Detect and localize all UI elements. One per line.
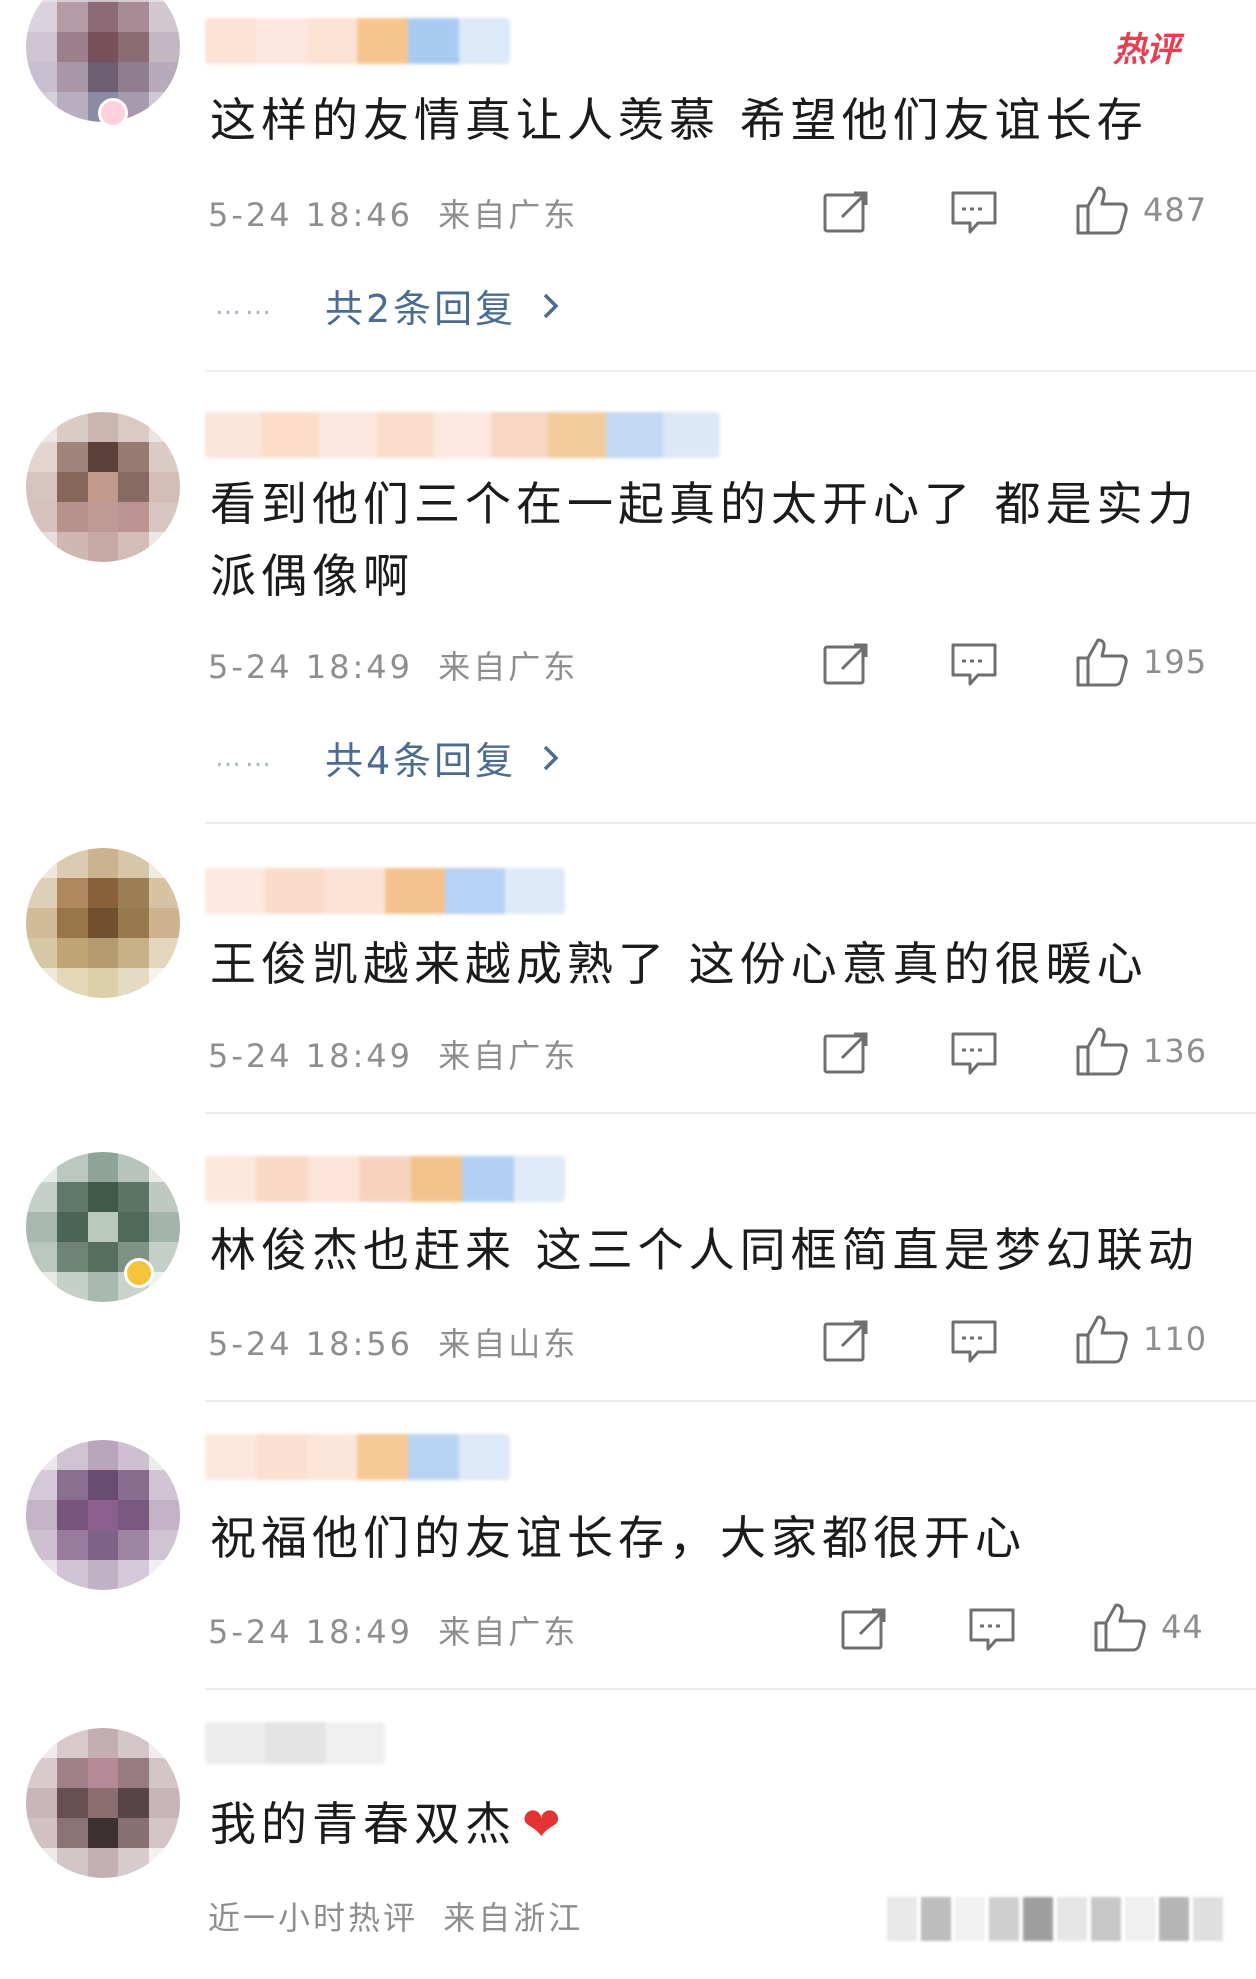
like-count: 110	[1143, 1320, 1208, 1358]
reply-dots: ……	[215, 290, 275, 321]
comment-text: 这样的友情真让人羡慕 希望他们友谊长存	[210, 93, 1148, 147]
comment-icon	[951, 1320, 997, 1363]
share-button[interactable]	[822, 642, 870, 686]
share-icon	[823, 1320, 868, 1362]
avatar[interactable]	[26, 1440, 180, 1590]
thumbs-up-icon	[1076, 1315, 1128, 1364]
view-replies-link[interactable]: …… 共4条回复	[215, 730, 560, 785]
comment-button[interactable]	[950, 1319, 998, 1365]
comment-location: 来自浙江	[443, 1899, 584, 1937]
comment-time: 5-24 18:49	[208, 1037, 414, 1075]
thumbs-up-icon	[1076, 1027, 1128, 1076]
like-count: 44	[1161, 1608, 1204, 1646]
divider	[205, 370, 1256, 372]
divider	[205, 1112, 1256, 1114]
comment-time: 5-24 18:49	[208, 1613, 414, 1651]
comment-time: 5-24 18:46	[208, 196, 414, 234]
comment-button[interactable]	[950, 1031, 998, 1077]
comment-button[interactable]	[950, 190, 998, 236]
thumbs-up-icon	[1094, 1603, 1146, 1652]
like-button[interactable]: 195	[1075, 636, 1207, 688]
comment-icon	[969, 1608, 1015, 1651]
comment-location: 来自广东	[438, 1037, 579, 1075]
share-button[interactable]	[822, 1031, 870, 1075]
comment-icon	[951, 643, 997, 686]
share-button[interactable]	[822, 1319, 870, 1363]
like-count: 195	[1143, 643, 1208, 681]
username[interactable]	[205, 412, 720, 458]
like-count: 136	[1143, 1032, 1208, 1070]
comment-text-body: 我的青春双杰	[210, 1797, 516, 1851]
comment-meta: 5-24 18:46 来自广东	[208, 195, 578, 235]
avatar-badge	[98, 98, 128, 128]
comment-meta: 近一小时热评 来自浙江	[208, 1898, 583, 1938]
avatar[interactable]	[26, 1728, 180, 1878]
comment-text: 祝福他们的友谊长存，大家都很开心	[210, 1511, 1026, 1565]
share-button[interactable]	[822, 190, 870, 234]
like-button[interactable]: 44	[1093, 1601, 1204, 1653]
username[interactable]	[205, 1434, 510, 1480]
like-button[interactable]: 136	[1075, 1025, 1207, 1077]
comment-meta: 5-24 18:49 来自广东	[208, 1036, 578, 1076]
comment-button[interactable]	[968, 1607, 1016, 1653]
comment-text: 王俊凯越来越成熟了 这份心意真的很暖心	[210, 937, 1148, 991]
comment-text: 我的青春双杰 ❤	[210, 1788, 1200, 1860]
comment-location: 来自广东	[438, 196, 579, 234]
heart-icon: ❤	[522, 1797, 566, 1851]
hot-comment-badge: 热评	[1113, 30, 1180, 70]
like-button[interactable]: 487	[1075, 184, 1207, 236]
username[interactable]	[205, 1722, 385, 1764]
avatar[interactable]	[26, 848, 180, 998]
divider	[205, 1688, 1256, 1690]
share-button[interactable]	[840, 1607, 888, 1651]
share-icon	[841, 1608, 886, 1650]
comment-meta: 5-24 18:49 来自广东	[208, 1612, 578, 1652]
comment-text: 看到他们三个在一起真的太开心了 都是实力派偶像啊	[210, 477, 1199, 603]
divider	[205, 822, 1256, 824]
comment-feed: 热评 这样的友情真让人羡慕 希望他们友谊长存 5-24 18:46 来自广东 4…	[0, 0, 1256, 1979]
thumbs-up-icon	[1076, 638, 1128, 687]
share-icon	[823, 1032, 868, 1074]
like-count: 487	[1143, 191, 1208, 229]
comment-icon	[951, 191, 997, 234]
username[interactable]	[205, 18, 510, 64]
comment-time: 5-24 18:56	[208, 1325, 414, 1363]
action-bar-blurred	[885, 1897, 1225, 1941]
comment-button[interactable]	[950, 642, 998, 688]
comment-location: 来自广东	[438, 1613, 579, 1651]
divider	[205, 1400, 1256, 1402]
comment-time: 近一小时热评	[208, 1899, 419, 1937]
comment-icon	[951, 1032, 997, 1075]
comment-time: 5-24 18:49	[208, 648, 414, 686]
comment-meta: 5-24 18:49 来自广东	[208, 647, 578, 687]
like-button[interactable]: 110	[1075, 1313, 1207, 1365]
view-replies-link[interactable]: …… 共2条回复	[215, 278, 560, 333]
reply-dots: ……	[215, 742, 275, 773]
reply-count: 共4条回复	[325, 739, 517, 783]
avatar[interactable]	[26, 1152, 180, 1302]
verified-icon	[124, 1258, 154, 1288]
comment-text: 林俊杰也赶来 这三个人同框简直是梦幻联动	[210, 1223, 1199, 1277]
comment-meta: 5-24 18:56 来自山东	[208, 1324, 578, 1364]
share-icon	[823, 643, 868, 685]
reply-count: 共2条回复	[325, 287, 517, 331]
chevron-right-icon	[543, 745, 559, 770]
username[interactable]	[205, 1156, 565, 1202]
comment-location: 来自广东	[438, 648, 579, 686]
comment-location: 来自山东	[438, 1325, 579, 1363]
avatar[interactable]	[26, 412, 180, 562]
username[interactable]	[205, 868, 565, 914]
thumbs-up-icon	[1076, 186, 1128, 235]
share-icon	[823, 191, 868, 233]
chevron-right-icon	[543, 293, 559, 318]
